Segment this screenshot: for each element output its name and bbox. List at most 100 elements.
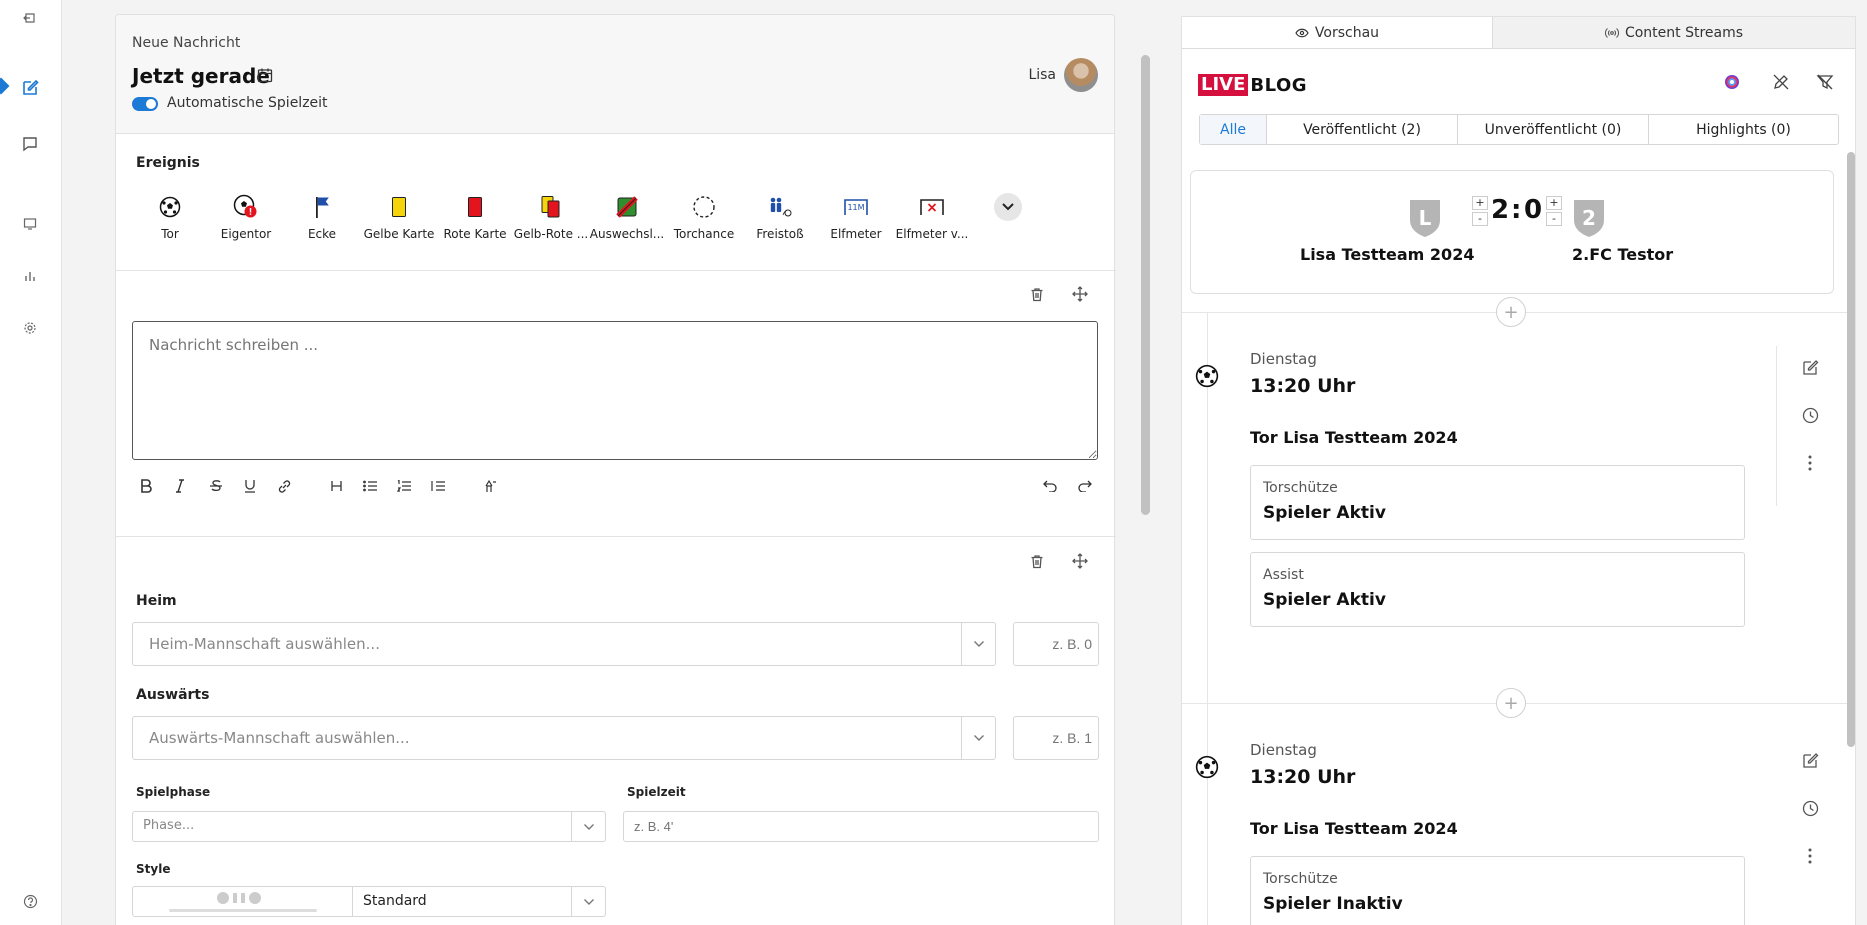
style-select[interactable]: Standard: [132, 886, 606, 917]
edit-icon[interactable]: [1800, 750, 1820, 770]
expand-events-button[interactable]: [994, 193, 1022, 221]
home-score-input[interactable]: [1013, 622, 1099, 666]
away-score: 0: [1524, 195, 1543, 225]
settings-icon[interactable]: [20, 318, 40, 338]
add-entry-button[interactable]: +: [1496, 297, 1526, 327]
card-value: Spieler Aktiv: [1263, 503, 1386, 523]
edit-disabled-icon[interactable]: [1771, 72, 1791, 92]
home-score-plus-button[interactable]: +: [1472, 196, 1488, 210]
filter-label: Highlights (0): [1696, 121, 1791, 138]
more-icon[interactable]: [1800, 846, 1820, 866]
add-entry-button[interactable]: +: [1496, 688, 1526, 718]
bullet-list-button[interactable]: [359, 475, 381, 497]
home-team-placeholder: Heim-Mannschaft auswählen...: [149, 635, 380, 653]
event-eigentor[interactable]: Eigentor: [208, 193, 284, 241]
chevron-down-icon: [571, 887, 605, 916]
redo-button[interactable]: [1074, 475, 1096, 497]
home-team-select[interactable]: Heim-Mannschaft auswählen...: [132, 622, 996, 666]
numbered-list-button[interactable]: [393, 475, 415, 497]
scorer-card: Torschütze Spieler Inaktiv: [1250, 856, 1745, 925]
italic-button[interactable]: [169, 475, 191, 497]
away-team-select[interactable]: Auswärts-Mannschaft auswählen...: [132, 716, 996, 760]
penalty-missed-icon: [894, 193, 970, 221]
phase-select[interactable]: Phase...: [132, 811, 606, 842]
message-textarea[interactable]: [132, 321, 1098, 460]
liveblog-logo: LIVE BLOG: [1198, 74, 1307, 96]
event-ecke[interactable]: Ecke: [284, 193, 360, 241]
move-icon[interactable]: [1071, 285, 1089, 303]
tab-content-streams[interactable]: Content Streams: [1493, 17, 1855, 49]
chevron-down-icon: [961, 717, 995, 759]
editor-header: Neue Nachricht Jetzt gerade Automatische…: [116, 15, 1114, 134]
style-value: Standard: [363, 893, 427, 909]
entry-day: Dienstag: [1250, 350, 1317, 368]
delete-icon[interactable]: [1028, 552, 1046, 570]
chart-icon[interactable]: [20, 266, 40, 286]
heading-button[interactable]: [325, 475, 347, 497]
link-button[interactable]: [273, 475, 295, 497]
filter-tabs: Alle Veröffentlicht (2) Unveröffentlicht…: [1199, 114, 1839, 145]
event-label: Elfmeter v...: [895, 227, 969, 241]
filter-veroeffentlicht[interactable]: Veröffentlicht (2): [1267, 115, 1458, 144]
move-icon[interactable]: [1071, 552, 1089, 570]
chat-icon[interactable]: [20, 134, 40, 154]
event-elfmeter[interactable]: 11M Elfmeter: [818, 193, 894, 241]
filter-unveroeffentlicht[interactable]: Unveröffentlicht (0): [1458, 115, 1649, 144]
delete-icon[interactable]: [1028, 285, 1046, 303]
color-palette-icon[interactable]: [1722, 72, 1742, 92]
home-team-crest: L: [1410, 200, 1440, 237]
filter-off-icon[interactable]: [1815, 72, 1835, 92]
help-icon[interactable]: [20, 891, 40, 911]
monitor-icon[interactable]: [20, 214, 40, 234]
bold-button[interactable]: [135, 475, 157, 497]
filter-highlights[interactable]: Highlights (0): [1649, 115, 1838, 144]
underline-button[interactable]: [239, 475, 261, 497]
more-icon[interactable]: [1800, 453, 1820, 473]
entry-day: Dienstag: [1250, 741, 1317, 759]
event-gelb-rote-karte[interactable]: Gelb-Rote ...: [513, 193, 589, 241]
divider: [116, 270, 1116, 271]
bold-icon: [141, 479, 152, 493]
own-goal-icon: [208, 193, 284, 221]
auto-time-toggle[interactable]: [132, 97, 158, 111]
svg-text:11M: 11M: [847, 203, 864, 212]
active-indicator: [0, 77, 10, 95]
away-score-input[interactable]: [1013, 716, 1099, 760]
event-auswechslung[interactable]: Auswechsl...: [589, 193, 665, 241]
logo-blog: BLOG: [1250, 74, 1308, 96]
clock-icon[interactable]: [1800, 798, 1820, 818]
event-gelbe-karte[interactable]: Gelbe Karte: [361, 193, 437, 241]
eye-icon: [1295, 28, 1309, 37]
tab-vorschau[interactable]: Vorschau: [1182, 17, 1493, 49]
back-icon[interactable]: [20, 8, 40, 28]
match-time-input[interactable]: [623, 811, 1099, 842]
heading-icon: [330, 481, 342, 491]
preview-scrollbar[interactable]: [1847, 152, 1855, 747]
event-rote-karte[interactable]: Rote Karte: [437, 193, 513, 241]
calendar-icon[interactable]: [257, 67, 273, 87]
away-score-plus-button[interactable]: +: [1546, 196, 1562, 210]
link-icon: [278, 479, 290, 493]
clear-format-button[interactable]: [479, 475, 501, 497]
clock-icon[interactable]: [1800, 405, 1820, 425]
event-label: Tor: [161, 227, 179, 241]
red-card-icon: [437, 193, 513, 221]
event-torchance[interactable]: Torchance: [666, 193, 742, 241]
strikethrough-button[interactable]: [205, 475, 227, 497]
away-score-minus-button[interactable]: -: [1546, 212, 1562, 226]
quote-button[interactable]: [427, 475, 449, 497]
avatar[interactable]: [1064, 58, 1098, 92]
event-elfmeter-verschossen[interactable]: Elfmeter v...: [894, 193, 970, 241]
edit-icon[interactable]: [1800, 357, 1820, 377]
strikethrough-icon: [210, 480, 222, 492]
event-label: Elfmeter: [830, 227, 882, 241]
home-score-minus-button[interactable]: -: [1472, 212, 1488, 226]
undo-icon: [1043, 480, 1057, 492]
event-freistoss[interactable]: Freistoß: [742, 193, 818, 241]
filter-alle[interactable]: Alle: [1200, 115, 1267, 144]
edit-icon[interactable]: [20, 77, 40, 97]
event-tor[interactable]: Tor: [132, 193, 208, 241]
undo-button[interactable]: [1039, 475, 1061, 497]
editor-scrollbar[interactable]: [1141, 55, 1150, 515]
ball-icon: [1195, 755, 1219, 783]
